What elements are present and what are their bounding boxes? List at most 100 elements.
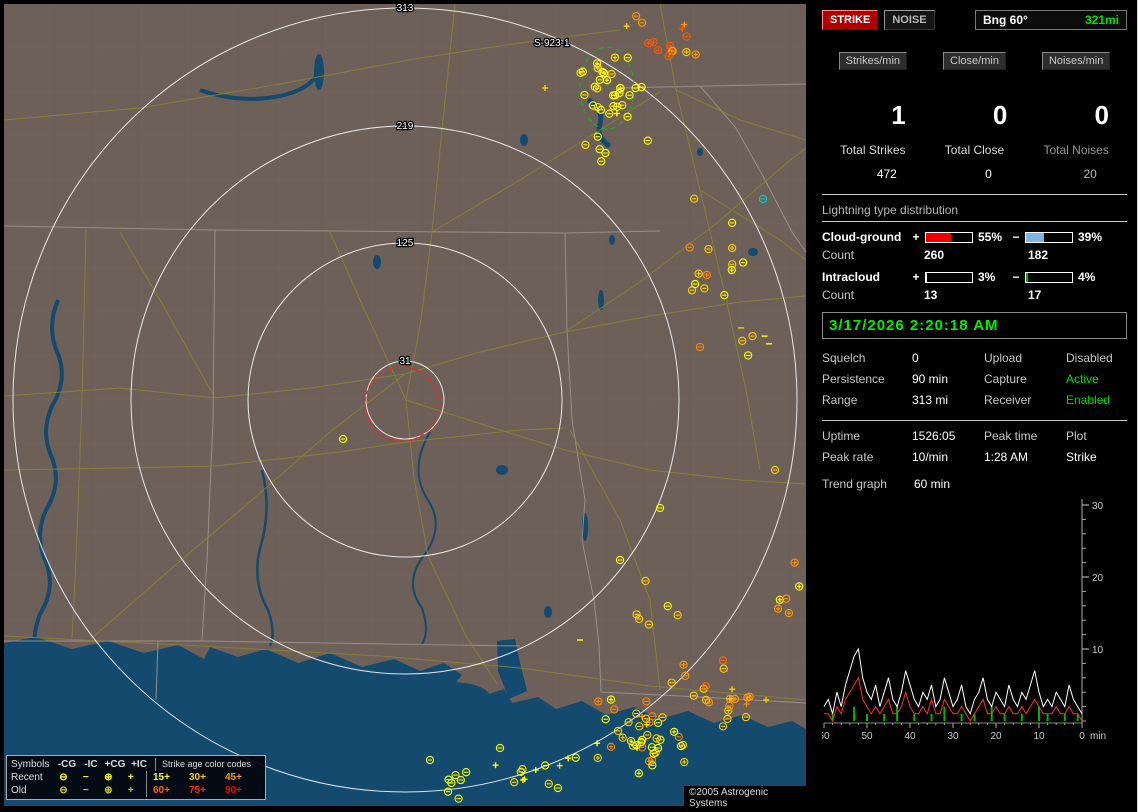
range-ring-label: 31 [399, 356, 411, 367]
svg-text:20: 20 [990, 731, 1002, 742]
legend: Symbols -CG -IC +CG +IC Strike age color… [6, 755, 266, 800]
trend-bar [1003, 713, 1006, 721]
cg-pos-recent-icon: ⊕ [104, 772, 113, 783]
svg-text:50: 50 [861, 731, 873, 742]
total-noises-label: Total Noises [1043, 143, 1109, 157]
age-60: 60+ [152, 785, 170, 796]
legend-col-cg-pos: +CG [104, 759, 126, 770]
legend-recent-label: Recent [11, 772, 43, 783]
age-90: 90+ [224, 785, 242, 796]
trend-bar [1046, 713, 1049, 721]
trend-bar [883, 713, 886, 721]
svg-text:0: 0 [1079, 731, 1085, 742]
trend-bar [1038, 706, 1040, 721]
info-grid: Uptime 1526:05 Peak time Plot Peak rate … [822, 429, 1127, 464]
upload-value: Disabled [1066, 351, 1113, 365]
cg-negative-pct: 39% [1078, 230, 1103, 244]
persistence-label: Persistence [822, 372, 885, 386]
ic-pos-recent-icon: + [127, 772, 134, 783]
plus-sign: + [912, 270, 920, 284]
strike-mode-button[interactable]: STRIKE [822, 10, 879, 30]
plot-label: Plot [1066, 429, 1087, 443]
ic-positive-bar [925, 271, 973, 283]
count-label: Count [822, 248, 855, 262]
range-ring-label: 125 [397, 238, 414, 249]
persistence-value: 90 min [912, 372, 949, 386]
mode-row: STRIKE NOISE Bng 60° 321mi [822, 10, 1127, 30]
uptime-label: Uptime [822, 429, 861, 443]
map-area[interactable]: 313 219 125 31 S-923-1 Symbols -CG -IC +CG +… [0, 0, 810, 812]
close-per-min-value: 0 [992, 100, 1008, 130]
age-30: 30+ [188, 772, 206, 783]
upload-label: Upload [984, 351, 1023, 365]
ic-positive-count: 13 [924, 288, 938, 302]
cloud-ground-label: Cloud-ground [822, 230, 902, 244]
legend-col-ic-neg: -IC [84, 759, 98, 770]
svg-text:10: 10 [1033, 731, 1045, 742]
strikes-per-min-value: 1 [891, 100, 906, 130]
trend-bar [960, 713, 963, 721]
cg-positive-bar-fill [926, 232, 952, 242]
cloud-ground-count-row: Count 260 182 [822, 248, 1127, 262]
ic-negative-bar-fill [1026, 272, 1028, 282]
trend-graph: 10 20 30 60 50 40 30 20 10 0 min [822, 499, 1106, 742]
trend-bar [853, 706, 856, 721]
noise-mode-button[interactable]: NOISE [884, 10, 935, 30]
intracloud-count-row: Count 13 17 [822, 288, 1127, 302]
ic-neg-recent-icon: − [82, 772, 89, 783]
trend-graph-label: Trend graph [822, 477, 887, 491]
legend-age-header: Strike age color codes [155, 758, 251, 771]
cloud-ground-row: Cloud-ground + 55% − 39% [822, 230, 1127, 244]
peak-rate-value: 10/min [912, 450, 949, 464]
total-noises-value: 20 [1083, 167, 1097, 181]
cg-pos-old-icon: ⊕ [104, 785, 113, 796]
noises-per-min-value: 0 [1094, 100, 1109, 130]
peak-time-label: Peak time [984, 429, 1038, 443]
separator [822, 194, 1127, 195]
range-value: 313 mi [912, 393, 949, 407]
trend-bar [1063, 713, 1066, 721]
capture-label: Capture [984, 372, 1027, 386]
minus-sign: − [1012, 270, 1020, 284]
total-strikes-label: Total Strikes [840, 143, 906, 157]
squelch-value: 0 [912, 351, 919, 365]
separator [822, 420, 1127, 421]
range-label: Range [822, 393, 858, 407]
status-grid: Squelch 0 Upload Disabled Persistence 90… [822, 351, 1127, 407]
age-75: 75+ [188, 785, 206, 796]
trend-bar [913, 713, 916, 721]
range-ring-label: 313 [397, 3, 414, 14]
legend-old-row: Old ⊖ − ⊕ + 60+ 75+ 90+ [11, 784, 261, 797]
svg-text:30: 30 [1092, 501, 1104, 512]
noises-per-min-label: Noises/min [1041, 52, 1111, 70]
peak-time-value: 1:28 AM [984, 450, 1029, 464]
svg-text:40: 40 [904, 731, 916, 742]
intracloud-row: Intracloud + 3% − 4% [822, 270, 1127, 284]
svg-text:20: 20 [1092, 573, 1104, 584]
svg-text:10: 10 [1092, 645, 1104, 656]
age-45: 45+ [224, 772, 242, 783]
cg-negative-count: 182 [1028, 248, 1049, 262]
status-panel: STRIKE NOISE Bng 60° 321mi Strikes/min C… [810, 0, 1138, 812]
total-strikes-value: 472 [876, 167, 897, 181]
cg-positive-count: 260 [924, 248, 945, 262]
minus-sign: − [1012, 230, 1020, 244]
svg-text:30: 30 [947, 731, 959, 742]
ic-pos-old-icon: + [127, 785, 134, 796]
close-per-min-label: Close/min [943, 52, 1006, 70]
ic-positive-pct: 3% [978, 270, 996, 284]
cg-positive-bar [925, 231, 973, 243]
cg-negative-bar-fill [1026, 232, 1044, 242]
bearing-range-value: 321mi [1084, 13, 1119, 27]
trend-line-cloud-ground [824, 676, 1083, 723]
age-15: 15+ [152, 772, 170, 783]
svg-text:min: min [1090, 731, 1106, 742]
distribution-title: Lightning type distribution [822, 203, 1127, 222]
trend-header: Trend graph 60 min [822, 477, 1127, 491]
legend-col-ic-pos: +IC [131, 759, 147, 770]
trend-duration-value: 60 min [914, 477, 951, 491]
ic-positive-bar-fill [926, 272, 928, 282]
bearing-label: Bng 60° [983, 13, 1028, 27]
lightning-map[interactable]: 313 219 125 31 S-923-1 [0, 0, 810, 812]
trend-bar [943, 706, 946, 721]
